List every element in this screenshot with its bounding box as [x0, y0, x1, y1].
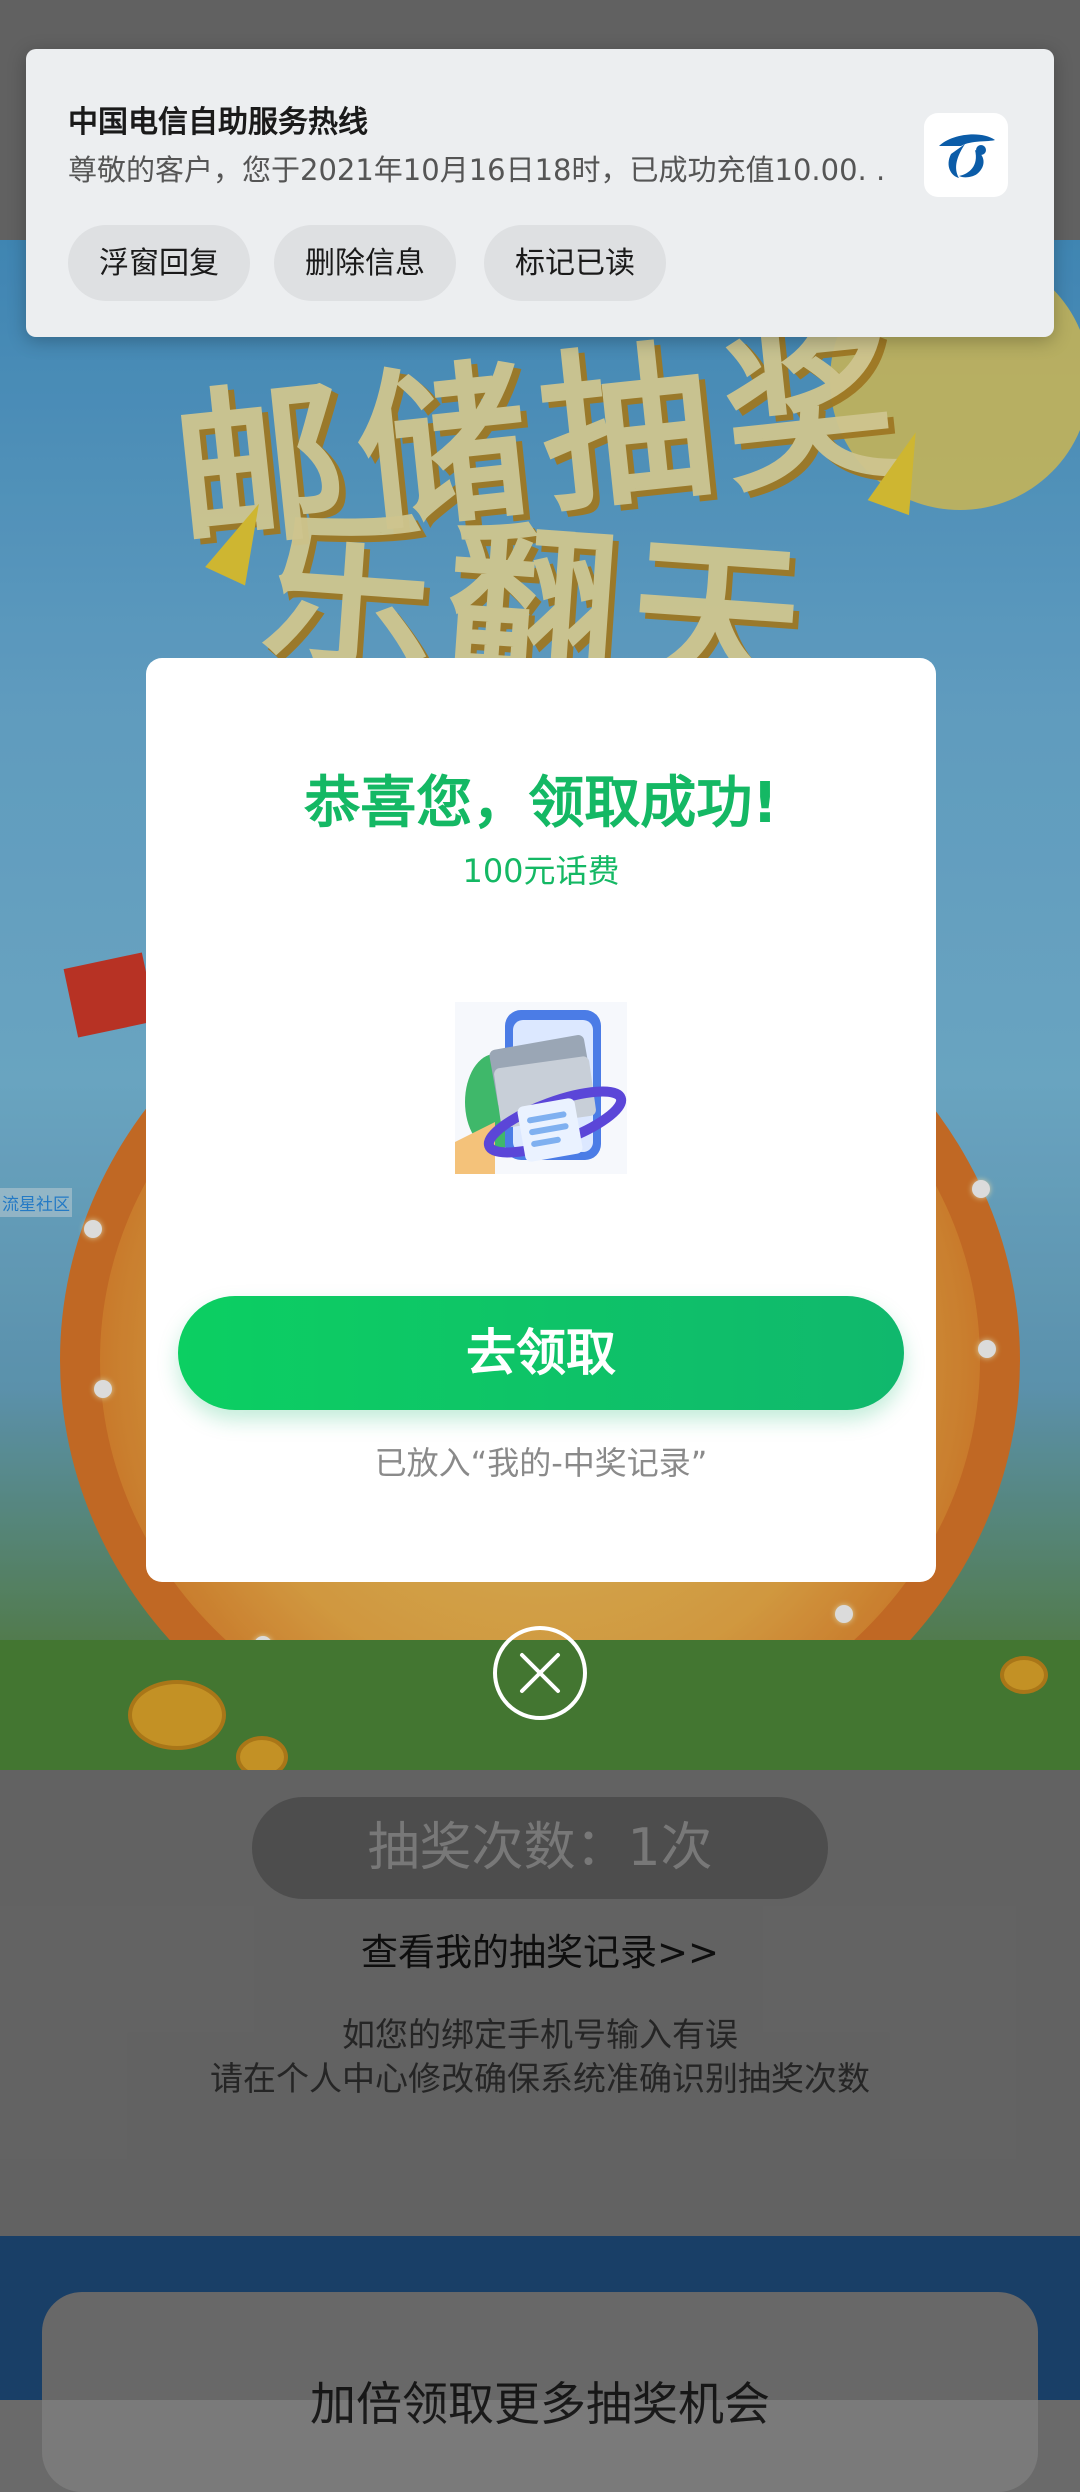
- mark-read-button[interactable]: 标记已读: [484, 225, 666, 301]
- china-telecom-logo: [924, 113, 1008, 197]
- phone-card-prize-icon: [455, 1002, 627, 1174]
- delete-message-button[interactable]: 删除信息: [274, 225, 456, 301]
- record-note: 已放入“我的-中奖记录”: [374, 1444, 708, 1482]
- notification-body: 尊敬的客户，您于2021年10月16日18时，已成功充值10.00. .: [68, 153, 886, 187]
- sms-notification[interactable]: 中国电信自助服务热线 尊敬的客户，您于2021年10月16日18时，已成功充值1…: [26, 49, 1054, 337]
- reply-button[interactable]: 浮窗回复: [68, 225, 250, 301]
- dialog-title: 恭喜您，领取成功!: [304, 771, 778, 836]
- notification-title: 中国电信自助服务热线: [68, 105, 368, 140]
- success-dialog: 恭喜您，领取成功! 100元话费 去领取 已放入“我的-中奖记录”: [146, 658, 936, 1582]
- prize-name: 100元话费: [462, 852, 620, 890]
- claim-button[interactable]: 去领取: [178, 1296, 904, 1410]
- close-icon[interactable]: [493, 1626, 587, 1720]
